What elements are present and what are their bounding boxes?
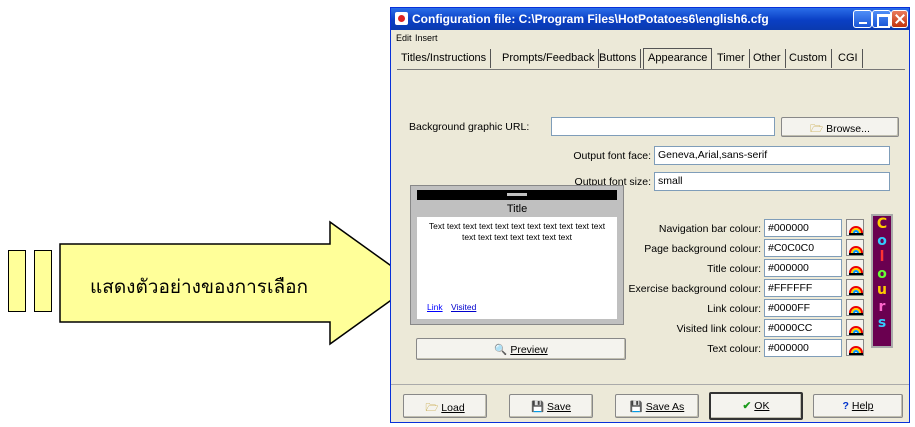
- tab-buttons[interactable]: Buttons: [595, 49, 642, 68]
- ok-label: OK: [754, 400, 770, 412]
- nav-bar-colour-label: Navigation bar colour:: [658, 223, 761, 235]
- help-button[interactable]: ? Help: [813, 394, 903, 418]
- annotation-text: แสดงตัวอย่างของการเลือก: [90, 276, 309, 298]
- folder-icon: 🗁: [810, 123, 824, 135]
- save-as-button[interactable]: 💾 Save As: [615, 394, 699, 418]
- save-label: Save: [547, 401, 571, 413]
- preview-title: Title: [506, 203, 528, 215]
- link-colour-input[interactable]: #0000FF: [764, 299, 842, 317]
- maximize-button[interactable]: [872, 10, 891, 28]
- preview-nav-bar: [417, 190, 617, 200]
- font-face-label: Output font face:: [573, 150, 651, 162]
- menu-bar: Edit Insert: [391, 31, 909, 45]
- configuration-window: Configuration file: C:\Program Files\Hot…: [390, 7, 910, 423]
- colours-banner-letter: o: [877, 265, 887, 282]
- rainbow-icon[interactable]: [846, 279, 864, 296]
- save-button[interactable]: 💾 Save: [509, 394, 593, 418]
- bg-graphic-label: Background graphic URL:: [409, 121, 530, 133]
- rainbow-icon[interactable]: [846, 319, 864, 336]
- ok-button[interactable]: ✔ OK: [709, 392, 803, 420]
- tab-appearance[interactable]: Appearance: [643, 48, 713, 69]
- floppy-icon: 💾: [531, 401, 545, 413]
- app-icon: [395, 12, 408, 25]
- text-colour-label: Text colour:: [707, 343, 761, 355]
- floppy-icon: 💾: [629, 401, 643, 413]
- title-colour-label: Title colour:: [707, 263, 761, 275]
- link-colour-label: Link colour:: [707, 303, 761, 315]
- font-size-input[interactable]: small: [654, 172, 890, 191]
- nav-bar-colour-input[interactable]: #000000: [764, 219, 842, 237]
- folder-open-icon: 🗁: [425, 402, 439, 414]
- preview-button-label: Preview: [510, 344, 548, 356]
- rainbow-icon[interactable]: [846, 299, 864, 316]
- question-icon: ?: [842, 400, 849, 412]
- minimize-button[interactable]: [853, 10, 872, 28]
- preview-visited-link: Visited: [451, 302, 477, 312]
- exercise-bg-colour-input[interactable]: #FFFFFF: [764, 279, 842, 297]
- preview-box: Title Text text text text text text text…: [410, 185, 624, 325]
- tab-timer[interactable]: Timer: [713, 49, 750, 68]
- rainbow-icon[interactable]: [846, 219, 864, 236]
- preview-body: Text text text text text text text text …: [417, 217, 617, 319]
- menu-edit[interactable]: Edit: [396, 33, 412, 43]
- tab-prompts-feedback[interactable]: Prompts/Feedback: [498, 49, 600, 68]
- colours-banner-letter: u: [877, 282, 887, 298]
- preview-button[interactable]: 🔍 Preview: [416, 338, 626, 360]
- browse-label: Browse...: [826, 123, 870, 135]
- font-face-input[interactable]: Geneva,Arial,sans-serif: [654, 146, 890, 165]
- load-button[interactable]: 🗁 Load: [403, 394, 487, 418]
- menu-insert[interactable]: Insert: [415, 33, 438, 43]
- rainbow-icon[interactable]: [846, 339, 864, 356]
- page-bg-colour-label: Page background colour:: [644, 243, 761, 255]
- preview-icon: 🔍: [494, 344, 508, 356]
- visited-link-colour-label: Visited link colour:: [676, 323, 761, 335]
- exercise-bg-colour-label: Exercise background colour:: [628, 283, 762, 295]
- window-title: Configuration file: C:\Program Files\Hot…: [412, 12, 769, 26]
- title-bar[interactable]: Configuration file: C:\Program Files\Hot…: [391, 8, 909, 30]
- colours-banner-letter: o: [877, 232, 887, 249]
- colours-banner-letter: l: [879, 249, 885, 265]
- preview-text: Text text text text text text text text …: [428, 221, 606, 242]
- load-label: Load: [441, 402, 465, 414]
- page-bg-colour-input[interactable]: #C0C0C0: [764, 239, 842, 257]
- help-label: Help: [851, 400, 874, 412]
- bg-graphic-input[interactable]: [551, 117, 775, 136]
- text-colour-input[interactable]: #000000: [764, 339, 842, 357]
- rainbow-icon[interactable]: [846, 239, 864, 256]
- close-button[interactable]: [891, 10, 908, 28]
- preview-link: Link: [427, 302, 443, 312]
- checkmark-icon: ✔: [742, 400, 752, 412]
- browse-button[interactable]: 🗁 Browse...: [781, 117, 899, 137]
- tab-cgi[interactable]: CGI: [834, 49, 863, 68]
- rainbow-icon[interactable]: [846, 259, 864, 276]
- visited-link-colour-input[interactable]: #0000CC: [764, 319, 842, 337]
- tab-titles-instructions[interactable]: Titles/Instructions: [397, 49, 492, 68]
- tab-custom[interactable]: Custom: [785, 49, 832, 68]
- title-colour-input[interactable]: #000000: [764, 259, 842, 277]
- colours-banner-letter: r: [878, 298, 886, 315]
- bottom-divider: [391, 384, 909, 385]
- colours-banner-letter: s: [877, 315, 887, 331]
- colours-banner-letter: C: [876, 216, 888, 232]
- save-as-label: Save As: [645, 401, 685, 413]
- colours-banner: Colours: [871, 214, 893, 348]
- tab-other[interactable]: Other: [749, 49, 786, 68]
